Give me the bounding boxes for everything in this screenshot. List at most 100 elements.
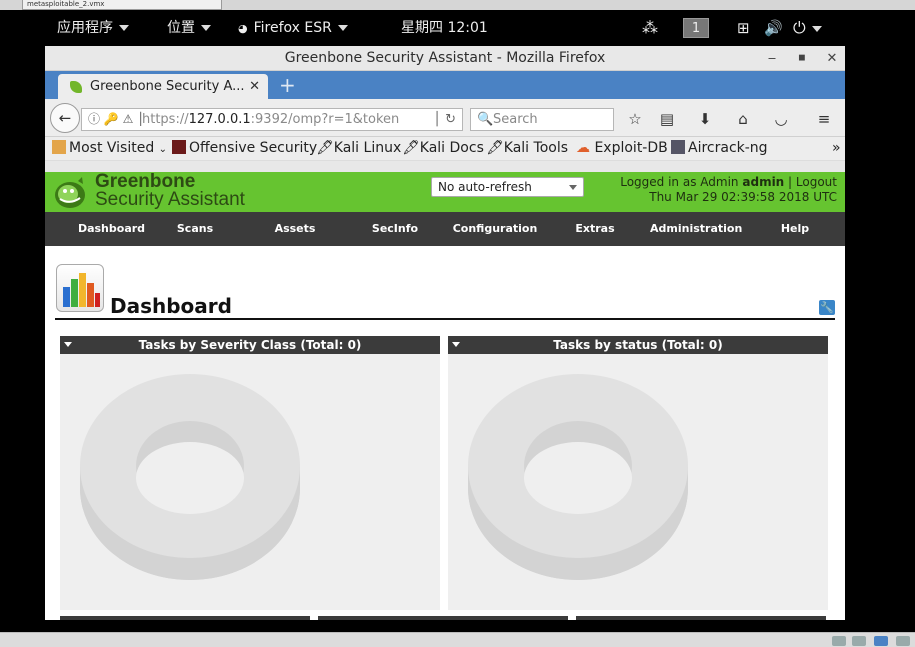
volume-icon[interactable]: 🔊 [764, 10, 783, 46]
url-path: :9392/omp?r=1&token [250, 112, 400, 127]
folder-icon [52, 140, 66, 154]
back-button[interactable]: ← [50, 103, 80, 133]
menu-help[interactable]: Help [765, 212, 825, 246]
bookmark-exploit-db[interactable]: ☁ Exploit-DB [576, 137, 668, 159]
bookmark-aircrack-ng[interactable]: Aircrack-ng [671, 137, 768, 159]
tab-greenbone[interactable]: Greenbone Security A... ✕ [58, 74, 268, 99]
chart-header[interactable]: Tasks by Severity Class (Total: 0) [60, 336, 440, 354]
vm-device-icon[interactable] [832, 636, 846, 646]
network-icon[interactable]: ⊞ [737, 10, 750, 46]
logout-link[interactable]: Logout [796, 175, 837, 189]
chart-panel-status: Tasks by status (Total: 0) [448, 336, 828, 610]
search-icon: 🔍 [477, 112, 494, 127]
vm-device-icon[interactable] [852, 636, 866, 646]
collapse-caret-icon[interactable] [64, 342, 72, 347]
url-prefix: https:// [142, 112, 189, 127]
user-link[interactable]: admin [742, 175, 784, 189]
donut-chart-empty [80, 374, 300, 580]
chart-panel-header-partial [576, 616, 826, 620]
kali-icon: 🖋 [316, 140, 334, 156]
clock[interactable]: 星期四 12:01 [401, 10, 488, 46]
bookmark-kali-docs[interactable]: 🖋Kali Docs [402, 137, 484, 159]
bookmark-star-icon[interactable]: ☆ [623, 107, 647, 131]
chart-panel-header-partial [318, 616, 568, 620]
vm-device-icon[interactable] [896, 636, 910, 646]
workspace-number: 1 [683, 18, 709, 38]
navigation-toolbar: ← ⓘ 🔑 ⚠ │ https://127.0.0.1:9392/omp?r=1… [45, 99, 845, 137]
bookmarks-overflow-icon[interactable]: » [832, 137, 841, 159]
host-status-bar [0, 632, 915, 647]
reload-icon[interactable]: │ ↻ [433, 109, 456, 130]
offsec-icon [172, 140, 186, 154]
chart-title: Tasks by Severity Class (Total: 0) [138, 338, 362, 352]
collapse-caret-icon[interactable] [452, 342, 460, 347]
greenbone-dino-icon[interactable] [52, 175, 88, 211]
gsa-header: Greenbone Security Assistant No auto-ref… [45, 172, 845, 212]
bookmark-label: Kali Tools [503, 140, 569, 156]
chevron-down-icon: ⌄ [158, 144, 168, 155]
site-info-icons[interactable]: ⓘ 🔑 ⚠ │ [88, 109, 144, 130]
firefox-window: Greenbone Security Assistant - Mozilla F… [45, 46, 845, 620]
window-titlebar[interactable]: Greenbone Security Assistant - Mozilla F… [45, 46, 845, 71]
vm-network-icon[interactable] [874, 636, 888, 646]
places-menu[interactable]: 位置 [167, 10, 211, 46]
login-info: Logged in as Admin admin | Logout Thu Ma… [620, 175, 837, 204]
chart-header[interactable]: Tasks by status (Total: 0) [448, 336, 828, 354]
host-tab-strip: metasploitable_2.vmx [0, 0, 915, 10]
bookmarks-toolbar: Most Visited ⌄ Offensive Security 🖋Kali … [45, 137, 845, 161]
page-title: Dashboard [110, 294, 232, 318]
kali-icon: 🖋 [486, 140, 504, 156]
bookmark-label: Kali Linux [333, 140, 402, 156]
menu-dashboard[interactable]: Dashboard [74, 212, 149, 246]
close-tab-icon[interactable]: ✕ [249, 74, 260, 99]
chevron-down-icon [201, 25, 211, 31]
auto-refresh-select[interactable]: No auto-refresh [431, 177, 584, 197]
gsa-page: Greenbone Security Assistant No auto-ref… [45, 172, 845, 620]
chart-title: Tasks by status (Total: 0) [553, 338, 723, 352]
logged-in-label: Logged in as [620, 175, 697, 189]
bookmark-most-visited[interactable]: Most Visited ⌄ [52, 137, 167, 161]
greenbone-favicon-icon [70, 81, 82, 93]
hamburger-menu-icon[interactable]: ≡ [812, 107, 836, 131]
menu-extras[interactable]: Extras [565, 212, 625, 246]
workspace-indicator[interactable]: 1 [683, 10, 709, 46]
pocket-icon[interactable]: ◡ [769, 107, 793, 131]
power-menu[interactable]: ⏻ [793, 10, 822, 46]
bookmark-offensive-security[interactable]: Offensive Security [172, 137, 317, 159]
logo-line-security-assistant: Security Assistant [95, 189, 245, 210]
search-input[interactable]: 🔍 Search [470, 108, 614, 131]
title-divider [55, 318, 835, 320]
chart-panel-header-partial [60, 616, 310, 620]
places-label: 位置 [167, 20, 195, 36]
url-bar[interactable]: ⓘ 🔑 ⚠ │ https://127.0.0.1:9392/omp?r=1&t… [81, 108, 463, 131]
bookmark-label: Kali Docs [419, 140, 484, 156]
bookmark-kali-linux[interactable]: 🖋Kali Linux [316, 137, 401, 159]
new-tab-button[interactable]: + [279, 73, 296, 97]
greenbone-logo-text[interactable]: Greenbone Security Assistant [95, 172, 245, 210]
camera-icon[interactable]: ⁂ [642, 10, 658, 46]
menu-scans[interactable]: Scans [165, 212, 225, 246]
menu-secinfo[interactable]: SecInfo [365, 212, 425, 246]
downloads-icon[interactable]: ⬇ [693, 107, 717, 131]
app-menu[interactable]: ◕ Firefox ESR [238, 10, 348, 46]
maximize-button[interactable]: ◼ [791, 46, 813, 71]
menu-assets[interactable]: Assets [265, 212, 325, 246]
bookmark-label: Offensive Security [189, 140, 318, 156]
applications-menu[interactable]: 应用程序 [57, 10, 129, 46]
wrench-icon[interactable]: 🔧 [819, 300, 835, 315]
chevron-down-icon [337, 25, 348, 31]
app-menu-label: Firefox ESR [253, 20, 332, 36]
reading-list-icon[interactable]: ▤ [655, 107, 679, 131]
home-icon[interactable]: ⌂ [731, 107, 755, 131]
kali-icon: 🖋 [402, 140, 420, 156]
chart-panel-severity: Tasks by Severity Class (Total: 0) [60, 336, 440, 610]
gnome-top-panel: 应用程序 位置 ◕ Firefox ESR 星期四 12:01 ⁂ 1 ⊞ 🔊 ⏻ [0, 10, 915, 46]
host-tab[interactable]: metasploitable_2.vmx [22, 0, 222, 10]
power-icon: ⏻ [793, 18, 806, 37]
menu-configuration[interactable]: Configuration [450, 212, 540, 246]
bookmark-label: Exploit-DB [594, 140, 668, 156]
close-window-button[interactable]: ✕ [821, 46, 843, 71]
minimize-button[interactable]: ‒ [761, 46, 783, 71]
menu-administration[interactable]: Administration [650, 212, 742, 246]
bookmark-kali-tools[interactable]: 🖋Kali Tools [486, 137, 568, 159]
